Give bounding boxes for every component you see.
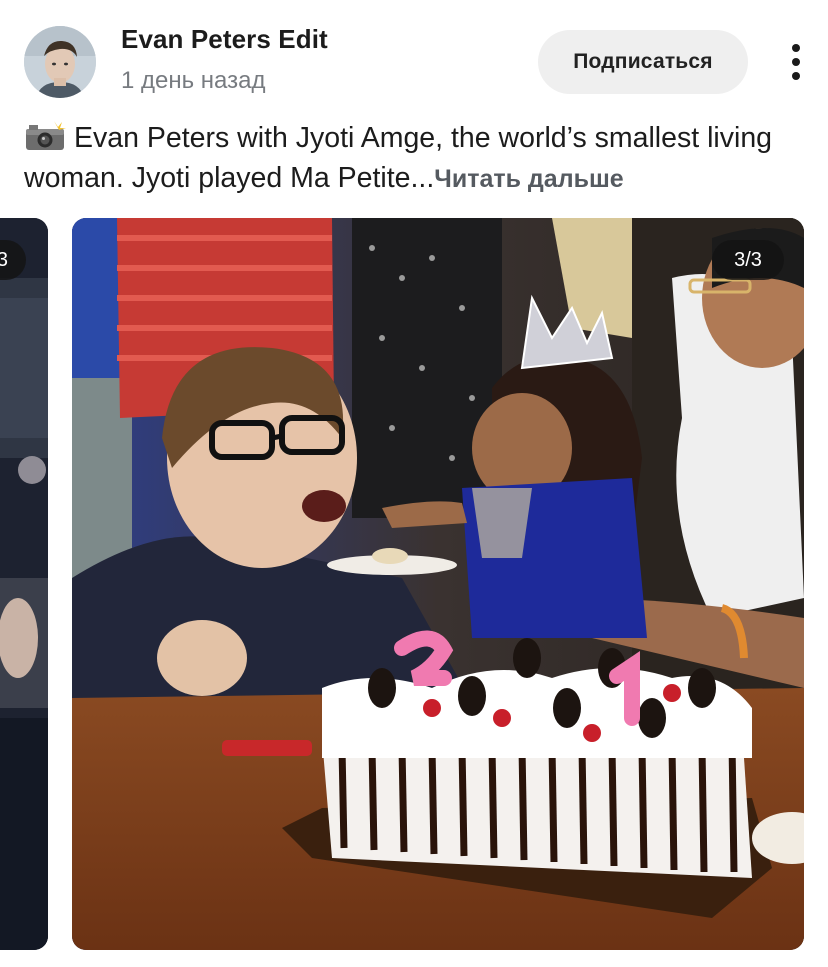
image-carousel[interactable]: 3 3/3 [0, 218, 828, 950]
post-caption: Evan Peters with Jyoti Amge, the world’s… [24, 118, 814, 199]
more-options-icon[interactable] [778, 40, 814, 84]
previous-slide[interactable]: 3 [0, 218, 48, 950]
read-more-link[interactable]: Читать дальше [434, 165, 623, 193]
caption-text: Evan Peters with Jyoti Amge, the world’s… [24, 122, 773, 194]
avatar-image [24, 26, 96, 98]
subscribe-button[interactable]: Подписаться [538, 30, 748, 94]
channel-avatar[interactable] [24, 26, 96, 98]
more-dot [792, 58, 800, 66]
camera-flash-icon [24, 121, 66, 151]
post-header: Evan Peters Edit 1 день назад Подписатьс… [0, 0, 828, 115]
post-timestamp: 1 день назад [121, 67, 266, 94]
slide-photo [72, 218, 804, 950]
current-slide[interactable]: 3/3 [72, 218, 804, 950]
previous-slide-image [0, 218, 48, 950]
slide-counter: 3/3 [712, 240, 784, 280]
more-dot [792, 72, 800, 80]
more-dot [792, 44, 800, 52]
channel-name[interactable]: Evan Peters Edit [121, 24, 328, 55]
